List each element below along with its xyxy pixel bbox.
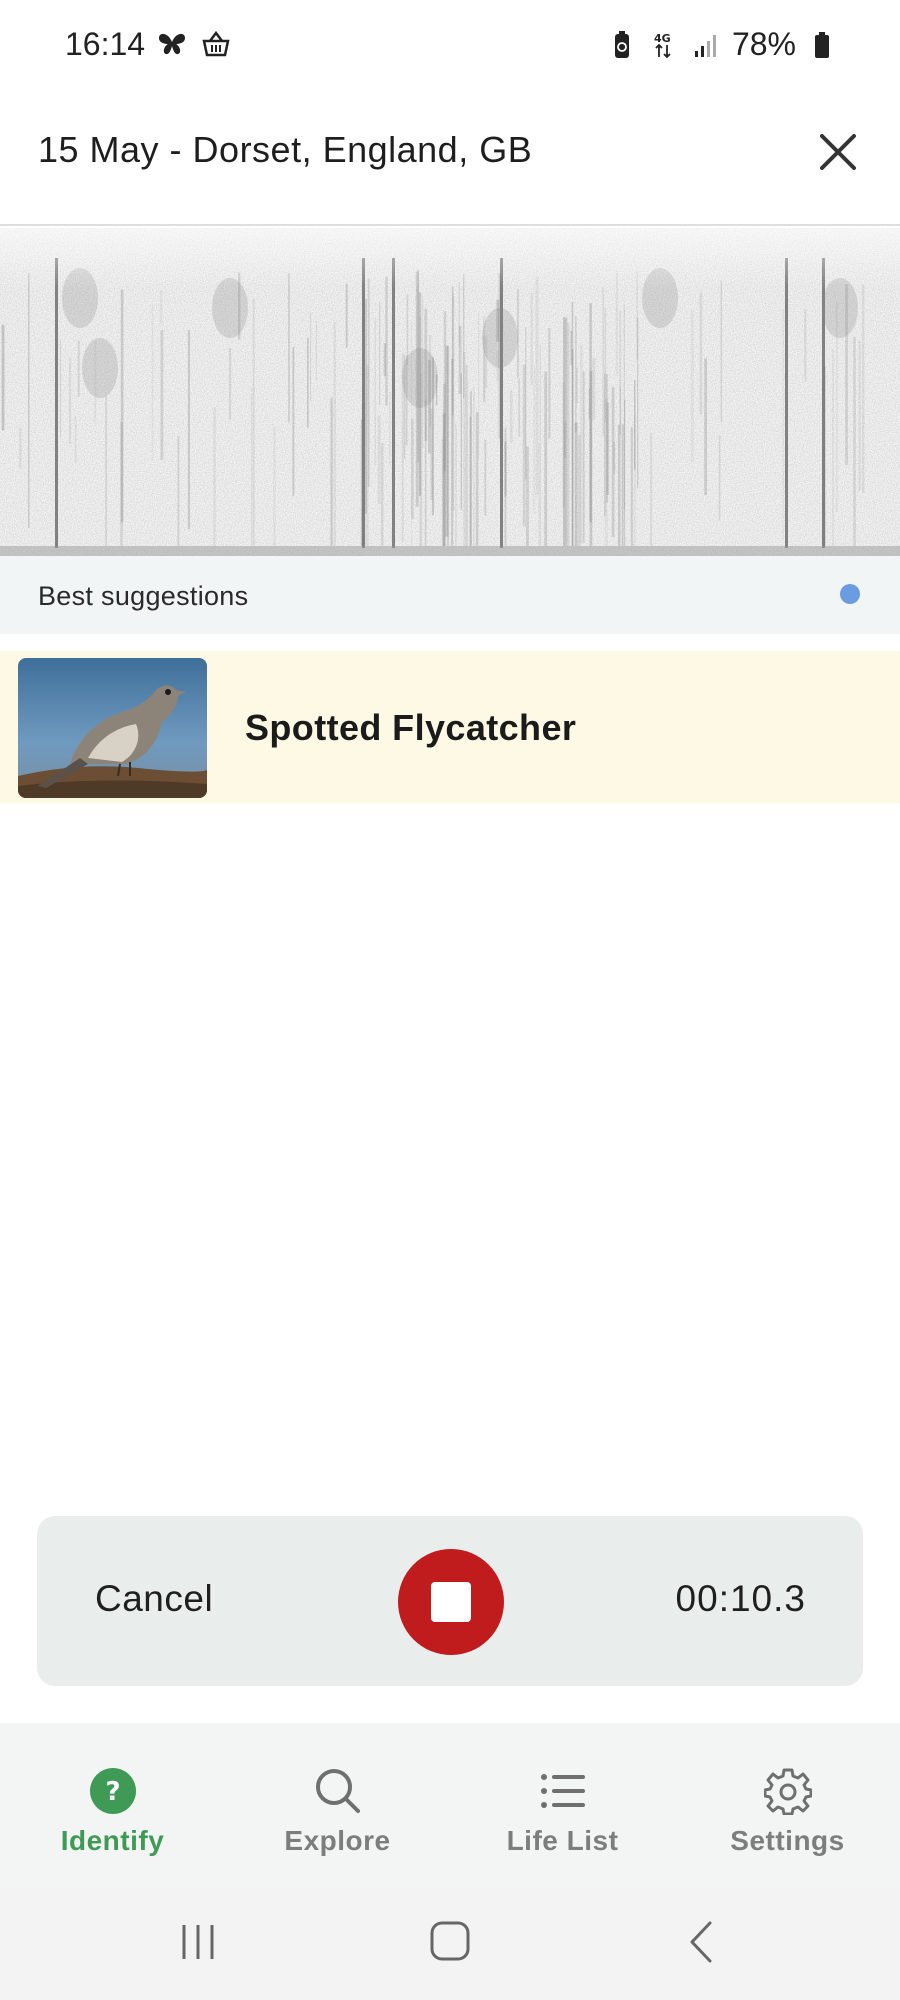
basket-icon [202,30,230,57]
search-icon [316,1769,360,1813]
recording-panel: Cancel 00:10.3 [37,1516,863,1686]
spectrogram-image [0,228,900,556]
stop-recording-button[interactable] [398,1549,504,1655]
bottom-nav: ? Identify Explore Life List Settings [0,1723,900,1887]
system-nav-bar [0,1887,900,2000]
bird-thumbnail [18,658,207,798]
battery-percent: 78% [731,26,796,62]
suggestion-item[interactable]: Spotted Flycatcher [0,651,900,803]
bird-photo-icon [18,658,207,798]
nav-identify[interactable]: ? Identify [0,1723,225,1887]
question-circle-icon: ? [90,1768,136,1814]
nav-label-life-list: Life List [506,1825,619,1856]
nav-label-identify: Identify [60,1825,165,1856]
svg-text:4G: 4G [654,32,671,45]
svg-text:?: ? [105,1777,120,1807]
recent-apps-icon[interactable] [168,1917,228,1967]
stop-icon [431,1582,471,1622]
battery-icon [815,31,829,58]
suggestions-header: Best suggestions [0,556,900,634]
cancel-button[interactable]: Cancel [95,1578,213,1620]
nav-explore[interactable]: Explore [225,1723,450,1887]
nav-label-settings: Settings [730,1825,845,1856]
back-icon[interactable] [672,1917,732,1967]
species-name: Spotted Flycatcher [245,707,577,748]
status-bar: 16:14 4G 78% [0,0,900,92]
suggestions-label: Best suggestions [38,581,249,611]
recording-timer: 00:10.3 [675,1578,806,1619]
network-4g-icon: 4G [654,32,671,58]
butterfly-icon [159,33,185,55]
close-icon[interactable] [812,126,864,178]
nav-settings[interactable]: Settings [675,1723,900,1887]
status-time: 16:14 [65,26,146,62]
header: 15 May - Dorset, England, GB [0,92,900,226]
nav-label-explore: Explore [284,1825,391,1856]
page-title: 15 May - Dorset, England, GB [38,129,533,170]
gear-icon [764,1768,812,1815]
home-icon[interactable] [420,1917,480,1967]
list-icon [541,1774,585,1808]
battery-saver-icon [614,30,629,58]
spectrogram [0,228,900,556]
status-indicator [840,584,860,604]
nav-life-list[interactable]: Life List [450,1723,675,1887]
signal-icon [694,34,716,57]
